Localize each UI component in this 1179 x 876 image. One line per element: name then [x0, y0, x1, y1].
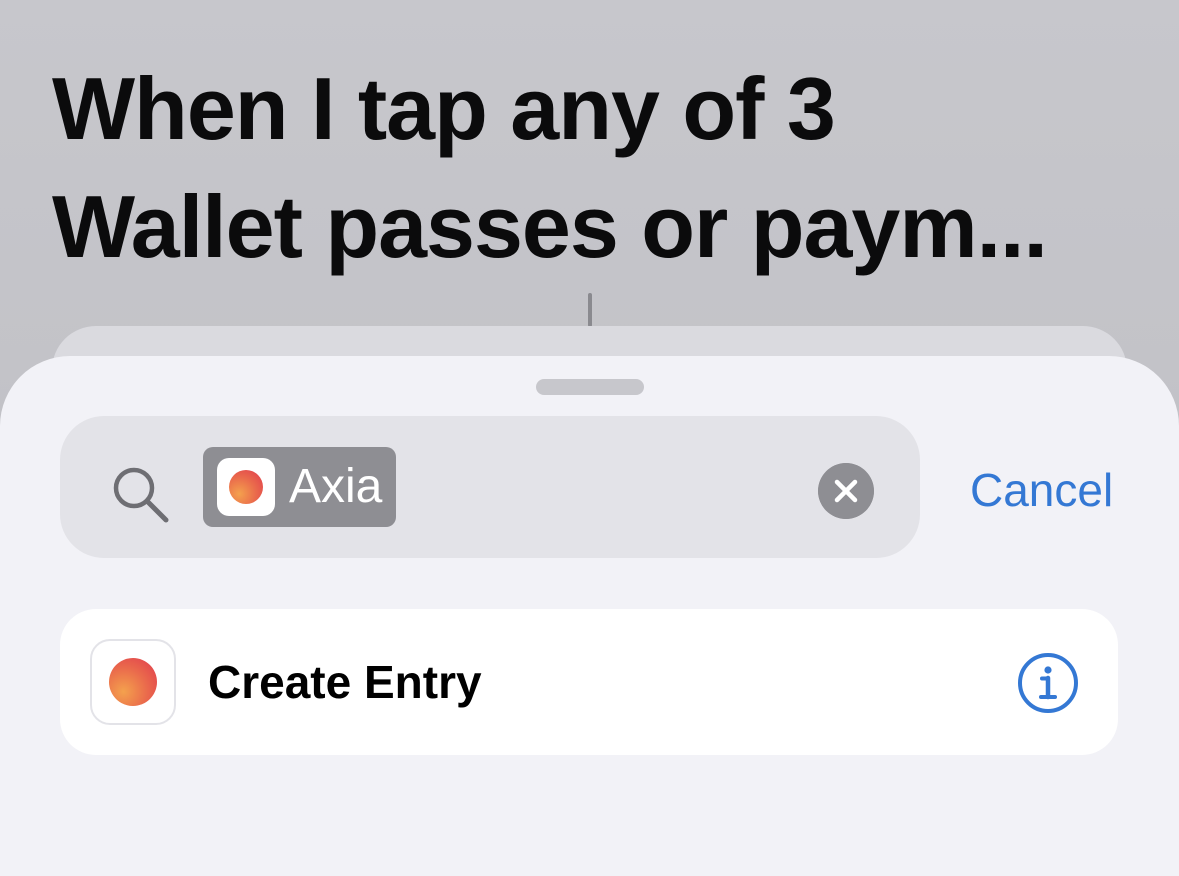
action-label: Create Entry: [208, 656, 482, 708]
info-circle-icon[interactable]: [1017, 652, 1079, 714]
flow-connector-line: [588, 293, 592, 327]
sheet-grabber-handle[interactable]: [536, 379, 644, 395]
token-label: Axia: [289, 460, 383, 513]
axia-app-icon: [90, 639, 176, 725]
action-result-row[interactable]: Create Entry: [60, 609, 1118, 755]
action-search-sheet: Axia Cancel Create Entry: [0, 356, 1179, 876]
title-line-2: Wallet passes or paym...: [52, 177, 1048, 276]
clear-x-icon[interactable]: [818, 463, 874, 519]
title-line-1: When I tap any of 3: [52, 59, 836, 158]
cancel-button[interactable]: Cancel: [970, 460, 1113, 520]
search-icon: [113, 467, 169, 523]
app-filter-token[interactable]: Axia: [203, 447, 397, 527]
axia-app-icon: [217, 458, 275, 516]
search-field[interactable]: [60, 416, 920, 558]
automation-title: When I tap any of 3 Wallet passes or pay…: [52, 50, 1152, 286]
